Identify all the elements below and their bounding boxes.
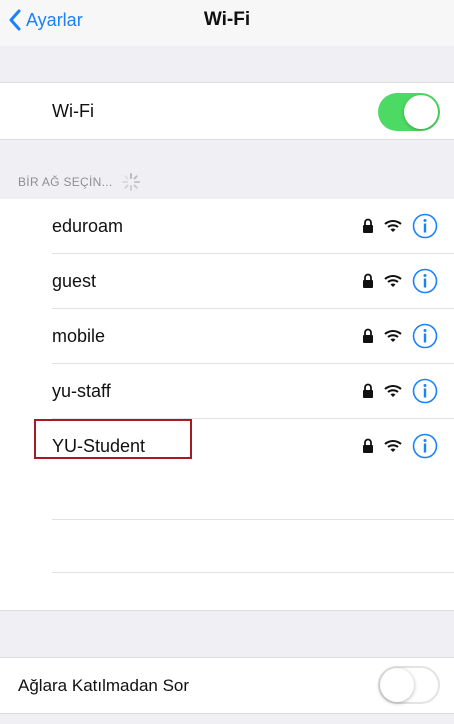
info-icon[interactable] [412,323,438,349]
highlight-box [34,419,192,459]
network-name: mobile [52,326,106,346]
info-icon[interactable] [412,378,438,404]
network-name: guest [52,271,97,291]
section-gap [0,46,454,82]
navigation-bar: Ayarlar Wi-Fi [0,0,454,46]
info-icon[interactable] [412,213,438,239]
networks-section-header: BİR AĞ SEÇİN... [18,172,141,192]
page-title: Wi-Fi [203,9,251,30]
row-separator [52,572,454,573]
wifi-label: Wi-Fi [52,100,94,121]
network-row-mobile[interactable]: mobile [0,309,454,364]
info-icon[interactable] [412,268,438,294]
toggle-knob [404,95,438,129]
section-header-label: BİR AĞ SEÇİN... [18,175,113,189]
wifi-signal-icon [384,275,402,287]
network-name: yu-staff [52,381,111,401]
ask-to-join-label: Ağlara Katılmadan Sor [18,675,190,695]
wifi-signal-icon [384,330,402,342]
network-row-eduroam[interactable]: eduroam [0,199,454,254]
ask-to-join-row: Ağlara Katılmadan Sor [0,657,454,714]
network-name: eduroam [52,216,124,236]
blank-list-area [0,467,454,611]
lock-icon [363,218,373,233]
lock-icon [363,383,373,398]
network-row-guest[interactable]: guest [0,254,454,309]
loading-spinner-icon [121,173,140,191]
wifi-signal-icon [384,220,402,232]
lock-icon [363,438,373,453]
lock-icon [363,328,373,343]
wifi-toggle-row: Wi-Fi [0,82,454,140]
ask-to-join-toggle[interactable] [378,666,440,704]
toggle-knob [380,668,414,702]
row-separator [52,519,454,520]
wifi-toggle[interactable] [378,93,440,131]
network-row-yu-staff[interactable]: yu-staff [0,364,454,419]
wifi-signal-icon [384,385,402,397]
info-icon[interactable] [412,433,438,459]
lock-icon [363,273,373,288]
wifi-signal-icon [384,440,402,452]
section-divider [0,610,454,611]
